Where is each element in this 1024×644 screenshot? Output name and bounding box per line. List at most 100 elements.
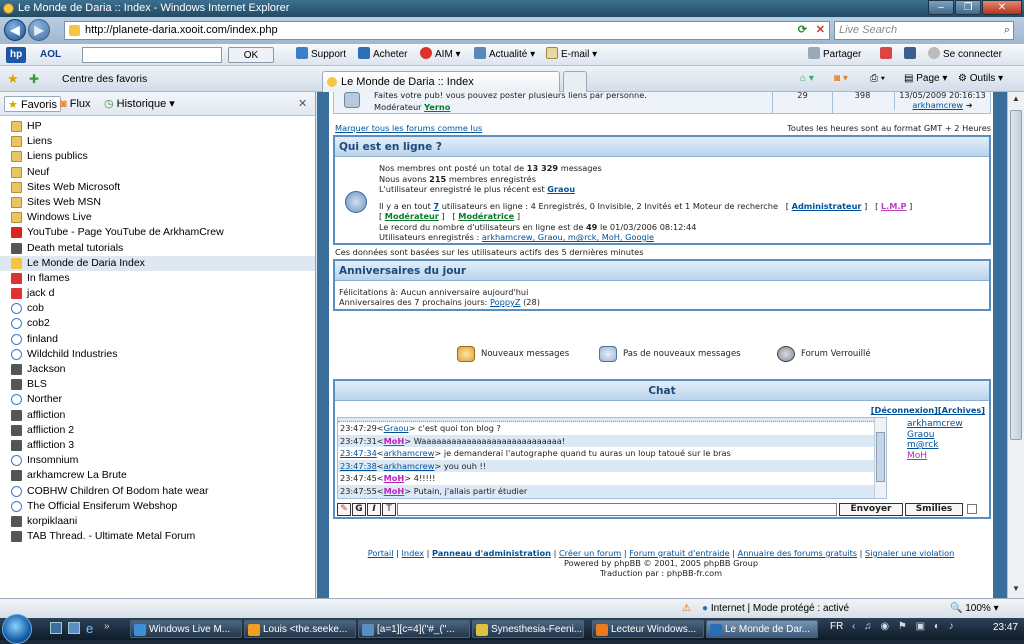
favorite-item[interactable]: Sites Web Microsoft xyxy=(0,180,315,195)
favorite-item[interactable]: Insomnium xyxy=(0,453,315,468)
tray-icons[interactable]: ‹ ♫ ◉ ⚑ ▣ ◐ ♪ xyxy=(852,621,957,632)
footer-link[interactable]: Portail xyxy=(368,548,394,558)
footer-link[interactable]: Signaler une violation xyxy=(865,548,954,558)
favorite-item[interactable]: Liens xyxy=(0,134,315,149)
restore-button[interactable]: ❐ xyxy=(955,0,981,15)
chat-scroll-thumb[interactable] xyxy=(876,432,885,482)
last-post-user[interactable]: arkhamcrew xyxy=(912,100,963,110)
favorite-item[interactable]: Sites Web MSN xyxy=(0,195,315,210)
stop-icon[interactable]: ✕ xyxy=(816,22,825,39)
favorite-item[interactable]: Jackson xyxy=(0,362,315,377)
chat-user-link[interactable]: MoH xyxy=(384,473,405,483)
scroll-up-icon[interactable]: ▲ xyxy=(1010,94,1022,106)
minimize-button[interactable]: – xyxy=(928,0,954,15)
favorite-item[interactable]: BLS xyxy=(0,377,315,392)
favorite-item[interactable]: COBHW Children Of Bodom hate wear xyxy=(0,484,315,499)
taskbar-task[interactable]: Lecteur Windows... xyxy=(592,620,704,638)
tab-flux[interactable]: ◙ Flux xyxy=(60,96,91,112)
scroll-down-icon[interactable]: ▼ xyxy=(1010,584,1022,596)
print-icon[interactable]: ⎙ ▾ xyxy=(870,71,885,87)
chat-time[interactable]: 23:47:34 xyxy=(340,448,377,458)
aim-button[interactable]: AIM ▾ xyxy=(420,47,461,63)
favorite-item[interactable]: affliction xyxy=(0,408,315,423)
role-lmp-link[interactable]: L.M.P xyxy=(881,201,907,211)
new-tab-button[interactable] xyxy=(563,71,587,92)
chat-checkbox[interactable] xyxy=(967,504,977,514)
aol-search-input[interactable] xyxy=(82,47,222,63)
favorite-item[interactable]: In flames xyxy=(0,271,315,286)
favorite-item[interactable]: The Official Ensiferum Webshop xyxy=(0,499,315,514)
page-scrollbar[interactable]: ▲ ▼ xyxy=(1007,92,1024,598)
favorites-center-label[interactable]: Centre des favoris xyxy=(62,71,147,87)
tab-le-monde-de-daria[interactable]: Le Monde de Daria :: Index xyxy=(322,71,560,92)
favorite-item[interactable]: TAB Thread. - Ultimate Metal Forum xyxy=(0,529,315,544)
language-indicator[interactable]: FR xyxy=(830,621,843,632)
chat-smilies-button[interactable]: Smilies xyxy=(905,503,963,516)
registered-users-list[interactable]: arkhamcrew, Graou, m@rck, MoH, Google xyxy=(482,232,654,242)
tab-historique[interactable]: ◷ Historique ▾ xyxy=(104,96,175,112)
favorite-item[interactable]: Norther xyxy=(0,392,315,407)
favorite-item[interactable]: Wildchild Industries xyxy=(0,347,315,362)
block-icon[interactable] xyxy=(880,47,895,63)
footer-link[interactable]: Créer un forum xyxy=(559,548,621,558)
tools-menu[interactable]: ⚙ Outils ▾ xyxy=(958,71,1003,87)
favorite-item[interactable]: korpiklaani xyxy=(0,514,315,529)
chat-user-link[interactable]: Graou xyxy=(384,423,409,433)
favorite-item[interactable]: affliction 3 xyxy=(0,438,315,453)
chat-input[interactable] xyxy=(397,503,837,516)
favorite-item[interactable]: jack d xyxy=(0,286,315,301)
footer-link[interactable]: Panneau d'administration xyxy=(432,548,551,558)
zoom-control[interactable]: 🔍 100% ▾ xyxy=(950,599,999,618)
acheter-button[interactable]: Acheter xyxy=(358,47,407,63)
add-favorite-icon[interactable]: ✚ xyxy=(29,71,39,87)
email-button[interactable]: E-mail ▾ xyxy=(546,47,597,63)
home-icon[interactable]: ⌂ ▾ xyxy=(800,71,814,87)
taskbar-task[interactable]: Le Monde de Dar... xyxy=(706,620,818,638)
role-admin-link[interactable]: Administrateur xyxy=(792,201,862,211)
favorite-item[interactable]: Neuf xyxy=(0,165,315,180)
support-button[interactable]: Support xyxy=(296,47,346,63)
chat-user-link[interactable]: arkhamcrew xyxy=(384,461,435,471)
rss-icon[interactable]: ◙ ▾ xyxy=(834,71,848,87)
favorite-item[interactable]: finland xyxy=(0,332,315,347)
show-desktop-icon[interactable] xyxy=(50,622,62,634)
page-menu[interactable]: ▤ Page ▾ xyxy=(904,71,947,87)
chat-online-user[interactable]: Graou xyxy=(907,430,963,441)
address-bar[interactable]: http://planete-daria.xooit.com/index.php… xyxy=(64,21,830,40)
ok-button[interactable]: OK xyxy=(228,47,274,63)
favorite-item[interactable]: YouTube - Page YouTube de ArkhamCrew xyxy=(0,225,315,240)
birthday-user-link[interactable]: PoppyZ xyxy=(490,297,521,307)
partager-button[interactable]: Partager xyxy=(808,47,861,63)
forward-button[interactable]: ▶ xyxy=(28,19,50,41)
last-post-arrow-icon[interactable]: ➜ xyxy=(966,100,973,110)
moderator-link[interactable]: Yerno xyxy=(424,102,450,112)
footer-link[interactable]: Annuaire des forums gratuits xyxy=(738,548,857,558)
chat-user-link[interactable]: MoH xyxy=(384,486,405,496)
quicklaunch-more-icon[interactable]: » xyxy=(104,621,110,632)
chat-italic-button[interactable]: I xyxy=(367,503,381,516)
role-moderateur-link[interactable]: Modérateur xyxy=(385,211,439,221)
checkbox-icon[interactable] xyxy=(904,47,919,63)
chat-format-button[interactable]: T xyxy=(382,503,396,516)
taskbar-task[interactable]: [a=1][c=4]("#_("... xyxy=(358,620,470,638)
chat-archives-link[interactable]: [Archives] xyxy=(938,405,985,415)
favorites-star-icon[interactable]: ★ xyxy=(7,71,19,87)
mark-read-link[interactable]: Marquer tous les forums comme lus xyxy=(335,123,482,133)
ie-quicklaunch-icon[interactable]: e xyxy=(86,621,93,636)
chat-online-user[interactable]: MoH xyxy=(907,451,963,462)
chat-color-button[interactable]: ✎ xyxy=(337,503,351,516)
favorite-item[interactable]: Liens publics xyxy=(0,149,315,164)
chat-user-link[interactable]: arkhamcrew xyxy=(384,448,435,458)
switch-windows-icon[interactable] xyxy=(68,622,80,634)
taskbar-task[interactable]: Windows Live M... xyxy=(130,620,242,638)
taskbar-task[interactable]: Synesthesia-Feeni... xyxy=(472,620,584,638)
footer-link[interactable]: Forum gratuit d'entraide xyxy=(629,548,729,558)
tab-favoris[interactable]: ★ Favoris xyxy=(4,96,61,112)
close-button[interactable]: ✕ xyxy=(982,0,1022,15)
footer-link[interactable]: Index xyxy=(401,548,424,558)
favorite-item[interactable]: Le Monde de Daria Index xyxy=(0,255,315,271)
search-icon[interactable]: ⌕ xyxy=(1004,22,1010,39)
chat-bold-button[interactable]: G xyxy=(352,503,366,516)
close-pane-icon[interactable]: ✕ xyxy=(298,96,307,112)
connect-button[interactable]: Se connecter xyxy=(928,47,1002,63)
